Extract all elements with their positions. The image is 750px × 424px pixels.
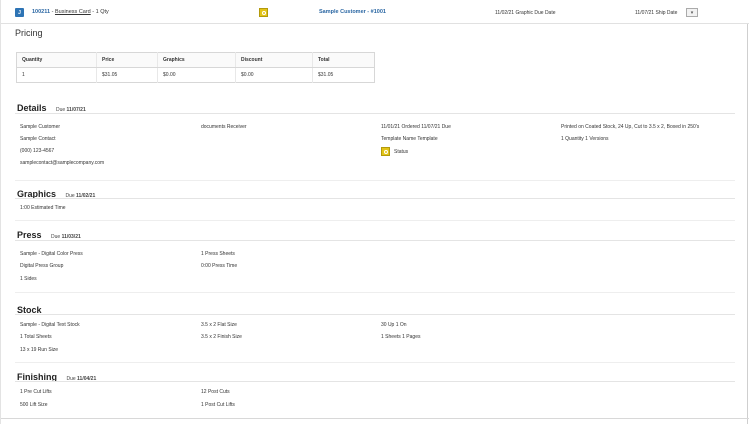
cell-discount: $0.00 [235, 67, 313, 83]
press-time: 0:00 Press Time [201, 263, 238, 269]
ship-date: 11/07/21 Ship Date [635, 10, 678, 16]
job-type-icon: J [15, 8, 24, 17]
press-sides: 1 Sides [20, 276, 37, 282]
details-title: Details [17, 103, 47, 113]
finishing-lift-size: 500 Lift Size [20, 402, 48, 408]
contact-phone: (000) 123-4567 [20, 148, 55, 154]
finishing-pre-cut-lifts: 1 Pre Cut Lifts [20, 389, 52, 395]
stock-top-divider [15, 292, 735, 293]
print-specs: Printed on Coated Stock, 24 Up, Cut to 3… [561, 124, 700, 130]
stock-sheets-pages: 1 Sheets 1 Pages [381, 334, 421, 340]
press-title: Press [17, 230, 42, 240]
col-total: Total [312, 52, 375, 68]
graphics-divider [15, 198, 735, 199]
stock-finish-size: 3.5 x 2 Finish Size [201, 334, 242, 340]
finishing-top-divider [15, 362, 735, 363]
graphics-heading: Graphics Due 11/02/21 [17, 184, 95, 202]
stock-divider [15, 314, 735, 315]
graphics-estimated-time: 1:00 Estimated Time [20, 205, 66, 211]
job-title: 100211 - Business Card - 1 Qty [32, 9, 109, 15]
status-indicator-icon[interactable] [259, 8, 268, 17]
stock-name: Sample - Digital Text Stock [20, 322, 80, 328]
press-group: Digital Press Group [20, 263, 64, 269]
col-quantity: Quantity [16, 52, 97, 68]
pricing-table: Quantity Price Graphics Discount Total 1… [16, 52, 375, 83]
chevron-down-icon[interactable]: ▾ [686, 8, 698, 17]
qty-versions: 1 Quantity 1 Versions [561, 136, 609, 142]
cell-price: $31.05 [96, 67, 158, 83]
finishing-post-cuts: 12 Post Cuts [201, 389, 230, 395]
details-divider [15, 113, 735, 114]
order-dates: 11/01/21 Ordered 11/07/21 Due [381, 124, 451, 130]
finishing-heading: Finishing Due 11/04/21 [17, 367, 96, 385]
cell-total: $31.05 [312, 67, 375, 83]
col-price: Price [96, 52, 158, 68]
press-top-divider [15, 220, 735, 221]
bottom-border [1, 418, 749, 419]
contact-email: samplecontact@samplecompany.com [20, 160, 105, 166]
stock-flat-size: 3.5 x 2 Flat Size [201, 322, 237, 328]
stock-run-size: 13 x 19 Run Size [20, 347, 59, 353]
stock-up-on: 30 Up 1 On [381, 322, 407, 328]
details-status-label: Status [394, 149, 409, 155]
job-detail-panel: J 100211 - Business Card - 1 Qty Sample … [0, 0, 749, 424]
job-number-link[interactable]: 100211 [32, 9, 50, 15]
receiver: documents Receiver [201, 124, 247, 130]
pricing-row: 1 $31.05 $0.00 $0.00 $31.05 [17, 67, 375, 83]
customer-name: Sample Customer [20, 124, 61, 130]
details-status-icon[interactable] [381, 147, 390, 156]
finishing-post-cut-lifts: 1 Post Cut Lifts [201, 402, 235, 408]
col-graphics: Graphics [157, 52, 236, 68]
contact-name: Sample Contact [20, 136, 56, 142]
graphic-due-date: 11/02/21 Graphic Due Date [495, 10, 556, 16]
press-sheets: 1 Press Sheets [201, 251, 235, 257]
stock-heading: Stock [17, 300, 42, 318]
job-title-separator: - [51, 9, 54, 15]
graphics-top-divider [15, 180, 735, 181]
job-qty: - 1 Qty [92, 9, 109, 15]
cell-quantity: 1 [22, 72, 25, 78]
pricing-heading: Pricing [15, 28, 43, 38]
product-link[interactable]: Business Card [55, 9, 91, 15]
stock-total-sheets: 1 Total Sheets [20, 334, 52, 340]
finishing-divider [15, 381, 735, 382]
press-divider [15, 240, 735, 241]
press-name: Sample - Digital Color Press [20, 251, 83, 257]
cell-graphics: $0.00 [157, 67, 236, 83]
customer-link[interactable]: Sample Customer - #1001 [319, 9, 386, 15]
pricing-header-row: Quantity Price Graphics Discount Total [16, 52, 375, 68]
col-discount: Discount [235, 52, 313, 68]
template-name: Template Name Template [381, 136, 438, 142]
